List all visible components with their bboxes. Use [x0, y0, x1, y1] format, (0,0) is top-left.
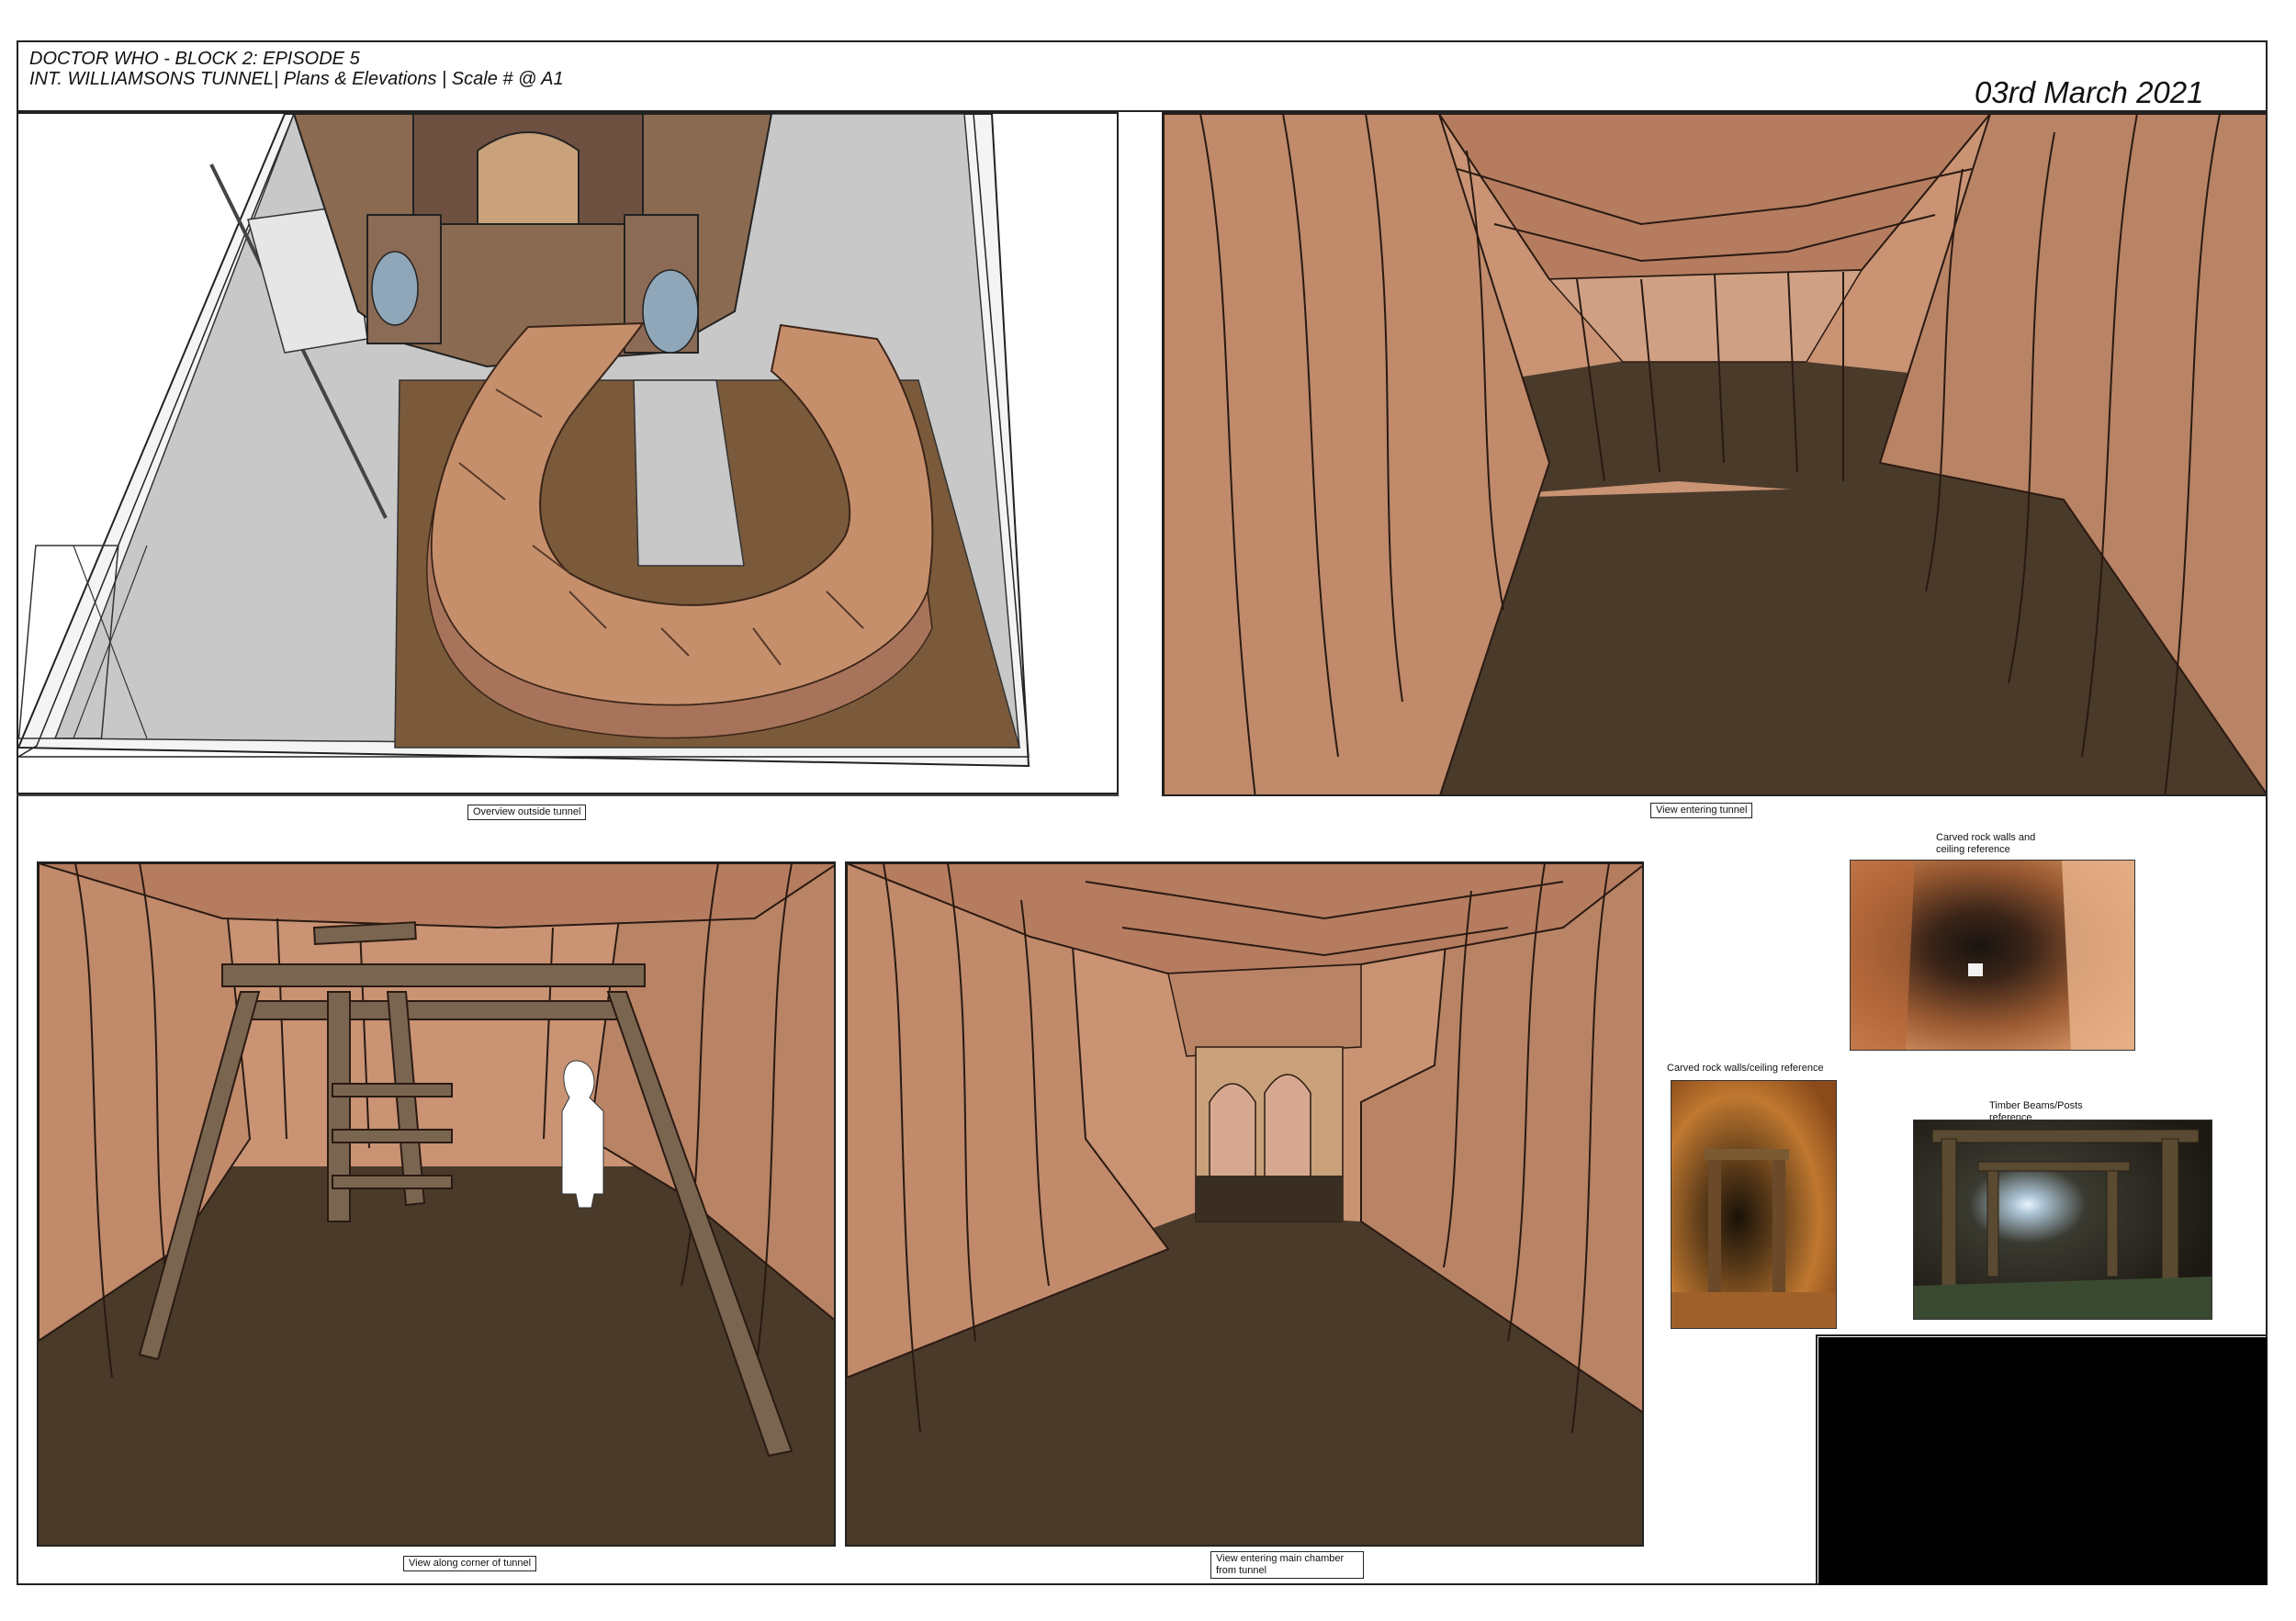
entering-tunnel-caption: View entering tunnel	[1650, 803, 1753, 818]
overview-render-panel	[17, 112, 1119, 794]
production-title: DOCTOR WHO - BLOCK 2: EPISODE 5	[29, 49, 360, 69]
corner-tunnel-render	[39, 863, 834, 1545]
chamber-render	[847, 863, 1642, 1545]
entering-tunnel-render	[1164, 114, 2266, 794]
chamber-caption: View entering main chamber from tunnel	[1210, 1551, 1364, 1579]
sheet-subtitle: INT. WILLIAMSONS TUNNEL| Plans & Elevati…	[29, 69, 564, 89]
corner-tunnel-render-panel	[37, 861, 836, 1547]
ref2-photo	[1671, 1080, 1837, 1329]
ref2-label: Carved rock walls/ceiling reference	[1667, 1063, 1824, 1074]
ref1-label: Carved rock walls and ceiling reference	[1936, 832, 2036, 855]
entering-tunnel-render-panel	[1162, 112, 2268, 796]
corner-tunnel-caption: View along corner of tunnel	[403, 1556, 537, 1571]
sheet-date: 03rd March 2021	[1975, 75, 2204, 109]
overview-render	[18, 114, 1117, 793]
redacted-title-box	[1818, 1337, 2268, 1585]
overview-divider	[17, 794, 1119, 796]
chamber-render-panel	[845, 861, 1644, 1547]
overview-caption: Overview outside tunnel	[467, 805, 587, 820]
ref3-photo	[1913, 1120, 2212, 1320]
ref1-photo	[1850, 860, 2135, 1051]
